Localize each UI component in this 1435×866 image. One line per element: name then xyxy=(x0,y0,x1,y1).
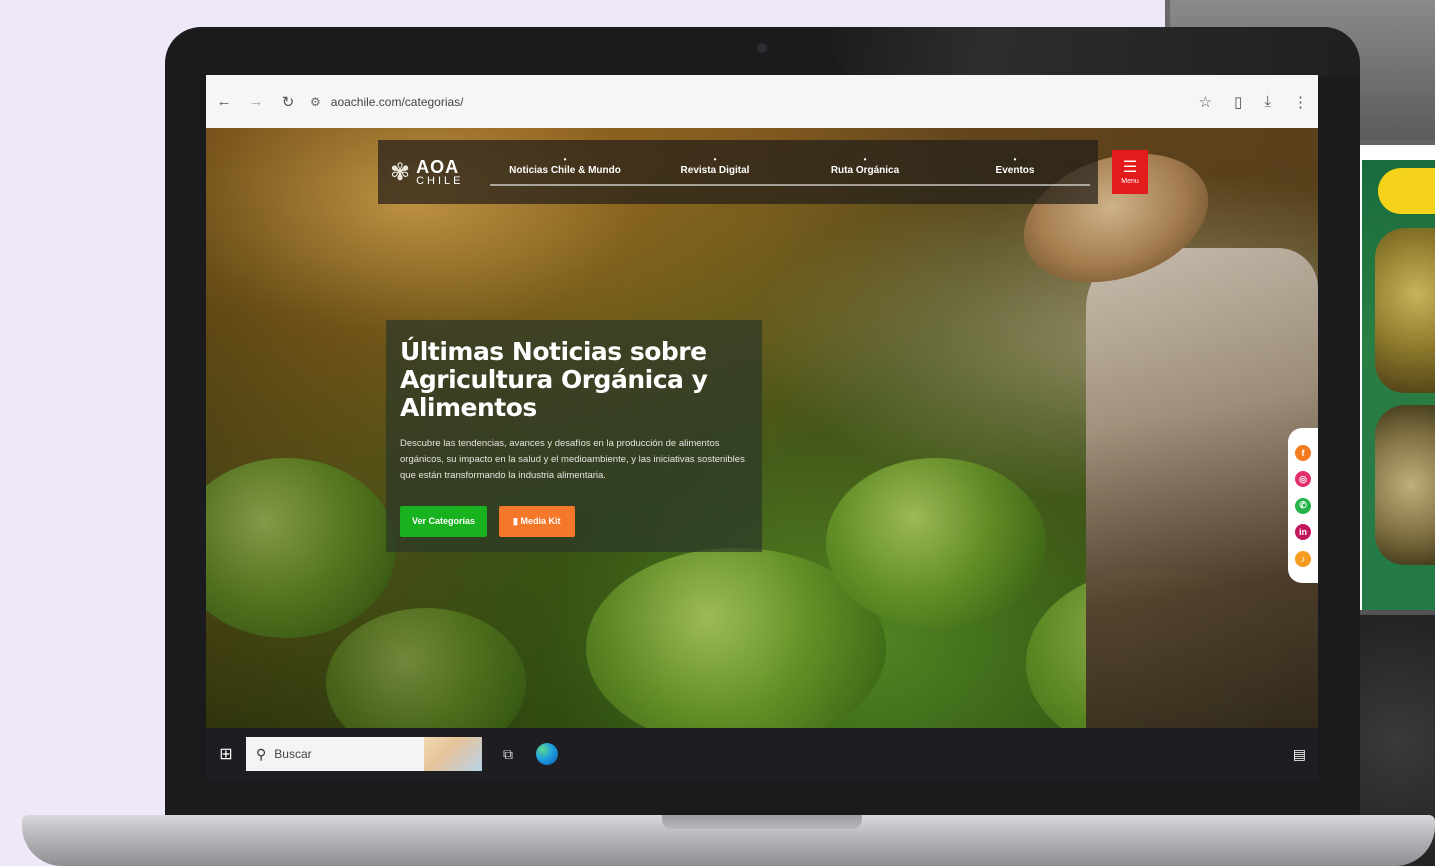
social-sidebar: f ◎ ✆ in ♪ xyxy=(1288,428,1318,583)
search-placeholder: Buscar xyxy=(274,747,312,761)
site-logo[interactable]: ✾ AOA CHILE xyxy=(390,158,490,187)
download-icon[interactable]: ⤓ xyxy=(1264,93,1271,110)
ver-categorias-button[interactable]: Ver Categorías xyxy=(400,506,488,537)
hero-background: ✾ AOA CHILE • Noticias Chile & Mundo • Rev… xyxy=(206,128,1318,728)
nav-item-noticias[interactable]: • Noticias Chile & Mundo xyxy=(490,155,640,186)
site-settings-icon[interactable]: ⚙ xyxy=(310,95,321,109)
nav-item-label: Ruta Orgánica xyxy=(830,164,900,176)
media-kit-label: Media Kit xyxy=(520,516,561,526)
camera xyxy=(757,43,767,53)
nav-item-label: Revista Digital xyxy=(680,164,750,176)
menu-label: Menu xyxy=(1121,177,1139,185)
media-kit-button[interactable]: ▮ Media Kit xyxy=(499,506,575,537)
hero-overlay xyxy=(206,128,1318,728)
taskbar-search[interactable]: ⚲ Buscar xyxy=(246,737,482,771)
nav-item-revista[interactable]: • Revista Digital xyxy=(640,155,790,186)
background-device-image xyxy=(1375,228,1435,393)
hero-description: Descubre las tendencias, avances y desaf… xyxy=(400,438,745,481)
reload-icon[interactable]: ↻ xyxy=(274,88,302,116)
tiktok-icon[interactable]: ♪ xyxy=(1295,550,1311,567)
hero-title: Últimas Noticias sobre Agricultura Orgán… xyxy=(400,337,708,422)
nav-item-ruta[interactable]: • Ruta Orgánica xyxy=(790,155,940,186)
task-view-icon[interactable]: ⧉ xyxy=(488,746,528,763)
search-highlight-image xyxy=(424,737,482,771)
instagram-icon[interactable]: ◎ xyxy=(1295,471,1311,487)
hero-card: Últimas Noticias sobre Agricultura Orgán… xyxy=(386,320,762,552)
more-vertical-icon[interactable]: ⋮ xyxy=(1293,93,1308,111)
logo-title: AOA xyxy=(416,156,460,177)
edge-browser-icon[interactable] xyxy=(536,743,558,765)
nav-item-eventos[interactable]: • Eventos xyxy=(940,155,1090,186)
url-text: aoachile.com/categorias/ xyxy=(330,94,464,109)
puzzle-icon[interactable]: ▯ xyxy=(1234,93,1242,111)
arrow-left-icon[interactable]: ← xyxy=(210,88,238,116)
laptop-glare xyxy=(820,27,1360,77)
background-device-image xyxy=(1375,405,1435,565)
address-bar[interactable]: ⚙ aoachile.com/categorias/ xyxy=(310,88,464,116)
logo-subtitle: CHILE xyxy=(416,174,464,187)
menu-button[interactable]: ☰ Menu xyxy=(1112,150,1148,194)
windows-taskbar: ⊞ ⚲ Buscar ⧉ ▤ xyxy=(206,728,1318,780)
facebook-icon[interactable]: f xyxy=(1295,444,1311,461)
whatsapp-icon[interactable]: ✆ xyxy=(1295,497,1311,514)
linkedin-icon[interactable]: in xyxy=(1295,524,1311,540)
search-icon: ⚲ xyxy=(256,745,267,762)
main-nav: • Noticias Chile & Mundo • Revista Digital… xyxy=(490,155,1090,186)
windows-start-icon[interactable]: ⊞ xyxy=(206,744,246,764)
star-icon[interactable]: ☆ xyxy=(1199,93,1212,111)
notification-icon[interactable]: ▤ xyxy=(1293,746,1306,763)
arrow-right-icon[interactable]: → xyxy=(242,88,270,116)
browser-toolbar: ← → ↻ ⚙ aoachile.com/categorias/ ☆ ▯ ⤓ ⋮ xyxy=(206,75,1318,128)
hamburger-icon: ☰ xyxy=(1122,158,1138,176)
site-header: ✾ AOA CHILE • Noticias Chile & Mundo • Rev… xyxy=(378,140,1098,204)
nav-item-label: Eventos xyxy=(995,164,1035,176)
nav-item-label: Noticias Chile & Mundo xyxy=(509,164,621,176)
laptop-notch xyxy=(662,815,862,829)
background-device-pill xyxy=(1378,168,1435,214)
laptop-screen: ← → ↻ ⚙ aoachile.com/categorias/ ☆ ▯ ⤓ ⋮… xyxy=(206,75,1318,780)
flower-icon: ✾ xyxy=(390,158,411,186)
